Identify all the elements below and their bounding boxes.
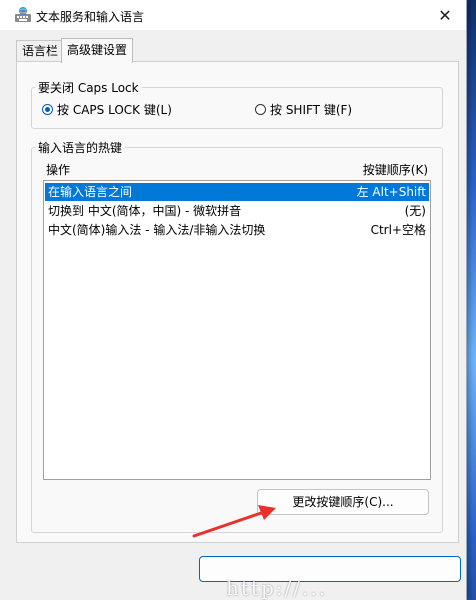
- radio-shift-label: 按 SHIFT 键(F): [270, 103, 353, 117]
- tab-language-bar[interactable]: 语言栏: [16, 40, 65, 61]
- radio-checked-icon: [42, 104, 53, 115]
- column-header-keys: 按键顺序(K): [362, 163, 428, 177]
- hotkey-list[interactable]: 在输入语言之间 左 Alt+Shift 切换到 中文(简体，中国) - 微软拼音…: [43, 180, 431, 480]
- caps-lock-legend: 要关闭 Caps Lock: [38, 81, 139, 95]
- list-item-action: 在输入语言之间: [48, 185, 133, 199]
- radio-caps-lock-label: 按 CAPS LOCK 键(L): [57, 103, 172, 117]
- keyboard-globe-icon: [15, 7, 31, 22]
- change-key-sequence-button[interactable]: 更改按键顺序(C)...: [257, 489, 429, 515]
- list-item-action: 切换到 中文(简体，中国) - 微软拼音: [48, 204, 242, 218]
- radio-unchecked-icon: [255, 104, 266, 115]
- tab-advanced-key-settings[interactable]: 高级键设置: [61, 38, 134, 63]
- hotkey-list-header: 操作 按键顺序(K): [44, 160, 432, 177]
- window-title: 文本服务和输入语言: [36, 10, 145, 24]
- list-item-keys: (无): [404, 204, 426, 218]
- list-item-action: 中文(简体)输入法 - 输入法/非输入法切换: [48, 223, 266, 237]
- list-item-keys: Ctrl+空格: [370, 223, 426, 237]
- hotkeys-legend: 输入语言的热键: [38, 141, 123, 155]
- watermark: http://...: [226, 576, 328, 600]
- column-header-action: 操作: [46, 163, 71, 177]
- annotation-arrow-icon: [192, 505, 276, 538]
- list-item[interactable]: 中文(简体)输入法 - 输入法/非输入法切换 Ctrl+空格: [45, 221, 429, 239]
- close-icon: ✕: [438, 5, 452, 25]
- close-button[interactable]: ✕: [424, 0, 466, 30]
- radio-caps-lock-key[interactable]: 按 CAPS LOCK 键(L): [42, 101, 172, 118]
- title-bar[interactable]: 文本服务和输入语言 ✕: [0, 0, 466, 30]
- list-item-keys: 左 Alt+Shift: [356, 185, 426, 199]
- radio-shift-key[interactable]: 按 SHIFT 键(F): [255, 101, 352, 118]
- list-item[interactable]: 切换到 中文(简体，中国) - 微软拼音 (无): [45, 202, 429, 220]
- list-item[interactable]: 在输入语言之间 左 Alt+Shift: [45, 183, 429, 201]
